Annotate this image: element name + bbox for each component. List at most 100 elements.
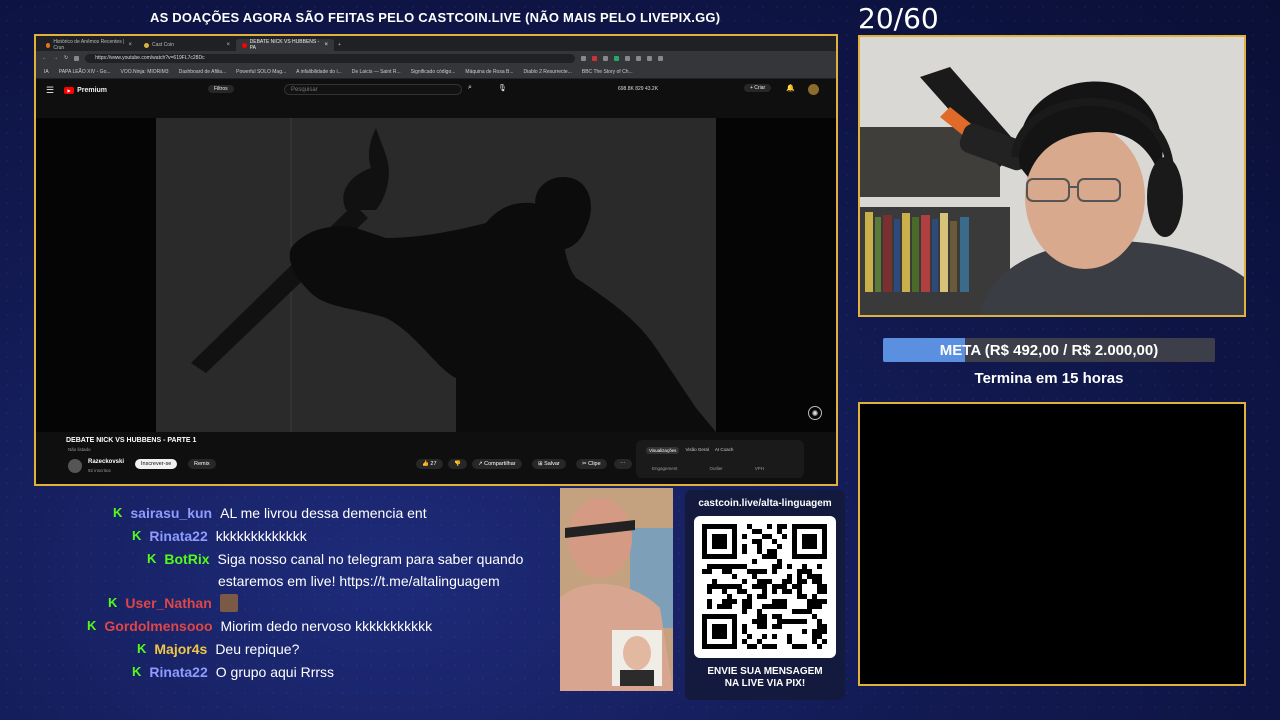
qr-url: castcoin.live/alta-linguagem [698, 498, 832, 509]
save-label: Salvar [544, 461, 560, 467]
tab-label: DEBATE NICK VS HUBBENS - PA [249, 39, 320, 51]
notifications-bell-icon[interactable]: 🔔 [786, 84, 795, 92]
chat-text: Siga nosso canal no telegram para saber … [217, 551, 524, 567]
home-icon[interactable] [74, 55, 80, 61]
bookmark[interactable]: Dashboard de Afilia... [179, 69, 227, 75]
video-player[interactable]: ✺ [36, 118, 836, 432]
channel-name[interactable]: Razeckovski [88, 459, 124, 465]
youtube-logo[interactable]: ▶ Premium [64, 86, 107, 94]
extension-icon[interactable] [581, 55, 587, 61]
settings-gear-icon[interactable]: ✺ [808, 406, 822, 420]
tab-ai-coach[interactable]: AI Coach [715, 447, 734, 454]
analytics-panel: Visualizações Visão Geral AI Coach Engag… [636, 440, 804, 478]
create-button[interactable]: + Criar [744, 84, 772, 92]
chat-username[interactable]: Rinata22 [149, 661, 207, 683]
kick-badge-icon: K [108, 595, 118, 610]
bookmarks-bar: IA PAPA LEÃO XIV - Go... VOO.Ninja: MIOR… [36, 65, 836, 79]
share-button[interactable]: ↗ Compartilhar [472, 459, 522, 469]
chat-message: K sairasu_kun AL me livrou dessa demenci… [113, 502, 427, 524]
dislike-button[interactable]: 👎 [448, 459, 467, 469]
share-label: Compartilhar [484, 461, 516, 467]
filters-button[interactable]: Filtros [208, 85, 234, 93]
forward-icon[interactable]: → [53, 55, 58, 61]
chat-message: K Rinata22 O grupo aqui Rrrss [132, 661, 334, 683]
browser-tab[interactable]: Histórico de Anêmos Recentes | Crun × [40, 39, 138, 51]
chat-text: O grupo aqui Rrrss [215, 664, 335, 680]
bookmark[interactable]: Powerful SOLO Mag... [236, 69, 286, 75]
reload-icon[interactable]: ↻ [64, 55, 68, 61]
extension-icon[interactable] [603, 55, 609, 61]
chat-username[interactable]: Major4s [154, 638, 207, 660]
chat-text: AL me livrou dessa demencia ent [220, 505, 427, 521]
video-info: DEBATE NICK VS HUBBENS - PARTE 1 Não lis… [36, 432, 836, 484]
chat-username[interactable]: Rinata22 [149, 525, 207, 547]
tab-overview[interactable]: Visão Geral [685, 447, 708, 454]
tab-views[interactable]: Visualizações [646, 447, 680, 454]
chat-username[interactable]: BotRix [164, 548, 209, 570]
tab-label: Cast Coin [152, 42, 174, 48]
bookmark[interactable]: Diablo 2 Resurrecte... [524, 69, 572, 75]
chat-username[interactable]: sairasu_kun [130, 502, 212, 524]
goal-counter: 20/60 [858, 2, 939, 35]
extension-icon[interactable] [647, 55, 653, 61]
new-tab-button[interactable]: + [334, 39, 348, 51]
qr-code-graphic [702, 524, 827, 649]
bookmark[interactable]: PAPA LEÃO XIV - Go... [59, 69, 111, 75]
extension-icon[interactable] [625, 55, 631, 61]
browser-tab[interactable]: Cast Coin × [138, 39, 236, 51]
address-bar-row: ← → ↻ https://www.youtube.com/watch?v=61… [36, 51, 836, 65]
kick-badge-icon: K [113, 505, 123, 520]
tab-bar: Histórico de Anêmos Recentes | Crun × Cas… [36, 36, 836, 51]
donation-banner: AS DOAÇÕES AGORA SÃO FEITAS PELO CASTCOI… [150, 10, 721, 25]
extension-icon[interactable] [592, 55, 598, 61]
chat-username[interactable]: Gordolmensooo [104, 615, 212, 637]
avatar[interactable] [808, 84, 819, 95]
metric-label: VPH [754, 466, 765, 471]
media-overlay-clip [560, 488, 673, 691]
tab-label: Histórico de Anêmos Recentes | Crun [53, 39, 125, 51]
browser-tab-active[interactable]: DEBATE NICK VS HUBBENS - PA × [236, 39, 334, 51]
like-button[interactable]: 👍 27 [416, 459, 443, 469]
channel-avatar[interactable] [68, 459, 82, 473]
visibility-label: Não listado [68, 447, 91, 452]
metric-label: Outlier [709, 466, 723, 471]
clip-image [560, 488, 673, 691]
chat-text: kkkkkkkkkkkkk [215, 528, 307, 544]
close-icon[interactable]: × [128, 42, 132, 48]
chat-text: Miorim dedo nervoso kkkkkkkkkkk [220, 618, 433, 634]
bookmark[interactable]: IA [44, 69, 49, 75]
bookmark[interactable]: A infalibilidade do i... [296, 69, 342, 75]
extension-icon[interactable] [636, 55, 642, 61]
back-icon[interactable]: ← [42, 55, 47, 61]
hamburger-menu-icon[interactable]: ☰ [46, 85, 54, 96]
bookmark[interactable]: VOO.Ninja: MIORIM3 [121, 69, 169, 75]
chat-username[interactable]: User_Nathan [125, 592, 211, 614]
search-icon[interactable]: ⌕ [468, 84, 472, 92]
channel-subscribers: 92 inscritos [88, 468, 111, 473]
extension-icon[interactable] [614, 55, 620, 61]
clip-button[interactable]: ✂ Clipe [576, 459, 607, 469]
channel-stats: 698.8K 829 43.2K [618, 86, 659, 92]
chat-text: Deu repique? [215, 641, 300, 657]
more-actions-button[interactable]: ⋯ [614, 459, 632, 469]
kick-badge-icon: K [147, 551, 157, 566]
microphone-icon[interactable]: 🎙 [498, 84, 507, 92]
bookmark[interactable]: Significado código... [411, 69, 456, 75]
bookmark[interactable]: De Laicis — Saint R... [352, 69, 401, 75]
chat-message: K Rinata22 kkkkkkkkkkkkk [132, 525, 307, 547]
close-icon[interactable]: × [226, 42, 230, 48]
bookmark[interactable]: Máquina de Rosa B... [465, 69, 513, 75]
goal-label: META (R$ 492,00 / R$ 2.000,00) [939, 341, 1159, 359]
menu-icon[interactable] [658, 55, 664, 61]
close-icon[interactable]: × [324, 42, 328, 48]
search-input[interactable]: Pesquisar [284, 84, 462, 95]
video-title: DEBATE NICK VS HUBBENS - PARTE 1 [66, 437, 197, 444]
url-field[interactable]: https://www.youtube.com/watch?v=619FL7c2… [85, 53, 576, 63]
subscribe-button[interactable]: Inscrever-se [135, 459, 178, 469]
chat-text-continued: estaremos em live! https://t.me/altaling… [218, 573, 500, 589]
favicon-icon [46, 42, 51, 48]
save-button[interactable]: ⊞ Salvar [532, 459, 566, 469]
bookmark[interactable]: BBC The Story of Ch... [582, 69, 633, 75]
remix-button[interactable]: Remix [188, 459, 216, 469]
emote-image [219, 594, 238, 612]
